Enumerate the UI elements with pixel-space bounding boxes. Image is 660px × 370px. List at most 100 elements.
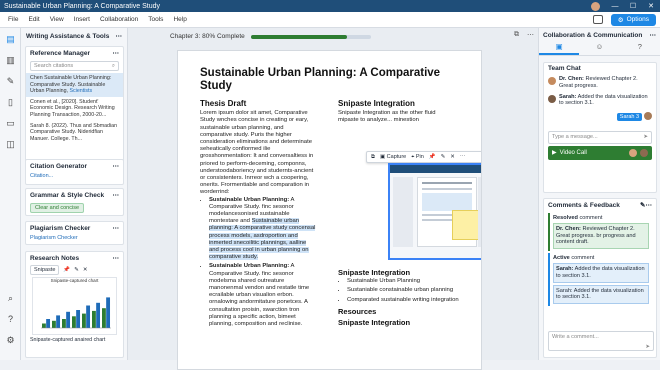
options-button[interactable]: ⚙ Options <box>610 13 656 26</box>
more-icon[interactable]: ⋯ <box>646 201 653 209</box>
send-icon[interactable]: ➤ <box>645 344 650 350</box>
user-avatar[interactable] <box>591 1 600 11</box>
chat-tag: Sarah 3 <box>616 112 643 121</box>
document-page[interactable]: Sustainable Urban Planning: A Comparativ… <box>177 50 482 370</box>
avatar <box>629 149 637 158</box>
capture-button[interactable]: ▣ Capture <box>380 154 406 160</box>
maximize-icon[interactable]: ☐ <box>624 2 642 10</box>
menu-tools[interactable]: Tools <box>148 16 163 23</box>
more-icon[interactable]: ⋯ <box>113 191 120 199</box>
comment-reply: Sarah: Added the data visualization to s… <box>553 284 649 305</box>
integration-heading-2: Snipaste Integration <box>338 318 411 328</box>
screenshot-panel <box>478 177 481 247</box>
document-icon[interactable]: ▤ <box>5 34 16 45</box>
folder-icon[interactable]: ▭ <box>5 118 16 129</box>
comment-input[interactable]: Write a comment... ➤ <box>548 331 654 351</box>
close-icon[interactable]: ✕ <box>642 2 660 10</box>
integration-bullet: Comparated sustainable writing integrati… <box>347 297 468 304</box>
more-icon[interactable]: ⋯ <box>113 254 120 262</box>
copy-icon[interactable]: ⧉ <box>371 154 375 161</box>
citation-search-input[interactable]: Search citations ⌕ <box>30 61 119 71</box>
chat-input[interactable]: Type a message... ➤ <box>548 130 652 144</box>
more-icon[interactable]: ⋯ <box>113 162 120 170</box>
search-placeholder: Search citations <box>34 63 74 69</box>
resolved-comment[interactable]: Resolved comment Dr. Chen: Reviewed Chap… <box>548 213 652 252</box>
reference-item[interactable]: Conen et al., [2020]. Student' Economic … <box>26 97 123 121</box>
integration-heading: Snipaste Integration <box>338 268 411 277</box>
chart-bar <box>82 313 86 328</box>
more-icon[interactable]: ⋯ <box>116 32 123 40</box>
grammar-check-card[interactable]: Grammar & Style Check ⋯ Clear and concise <box>25 188 124 216</box>
reference-item[interactable]: Chen Sustainable Urban Planning: Compara… <box>26 73 123 97</box>
options-label: Options <box>626 16 649 23</box>
team-chat-title: Team Chat <box>548 65 581 72</box>
pen-icon[interactable]: ✎ <box>5 76 16 87</box>
thesis-bullet: Sustainable Urban Planning: A Comparativ… <box>209 197 316 262</box>
citation-generator-title: Citation Generator <box>30 162 88 170</box>
file-icon[interactable]: ▯ <box>5 97 16 108</box>
pen-icon[interactable]: ✎ <box>74 267 79 273</box>
minimize-icon[interactable]: — <box>606 3 624 10</box>
chat-input-placeholder: Type a message... <box>552 134 598 141</box>
active-comment[interactable]: Active comment Sarah: Added the data vis… <box>548 253 652 307</box>
pin-icon[interactable]: 📌 <box>63 267 70 273</box>
close-icon[interactable]: ✕ <box>83 267 88 273</box>
layout-icon[interactable] <box>592 15 603 24</box>
menu-view[interactable]: View <box>50 16 64 23</box>
chat-icon[interactable]: ◫ <box>5 139 16 150</box>
tab-chat-icon[interactable]: ▣ <box>539 42 580 55</box>
pen-icon[interactable]: ✎ <box>441 154 446 160</box>
more-icon[interactable]: ⋯ <box>113 49 120 57</box>
search-icon[interactable]: ⌕ <box>5 293 16 304</box>
avatar <box>548 94 556 103</box>
more-icon[interactable]: ⋯ <box>113 224 120 232</box>
video-icon: ▶ <box>552 150 557 157</box>
menu-help[interactable]: Help <box>173 16 186 23</box>
menu-file[interactable]: File <box>8 16 18 23</box>
plagiarism-checker-card[interactable]: Plagiarism Checker ⋯ Plagiarism Checker <box>25 221 124 245</box>
chart-bar <box>102 308 106 328</box>
chart-bar <box>76 310 81 328</box>
progress-bar <box>250 34 371 39</box>
reference-highlight: Scientists <box>69 88 93 95</box>
send-icon[interactable]: ➤ <box>643 134 648 140</box>
menu-edit[interactable]: Edit <box>28 16 39 23</box>
screenshot-sidebar <box>393 177 413 247</box>
tab-people-icon[interactable]: ☺ <box>579 42 619 55</box>
snipaste-screenshot[interactable] <box>388 163 481 260</box>
comment-author: Sarah: <box>556 265 574 272</box>
more-icon[interactable]: ⋯ <box>527 31 534 39</box>
citation-generator-card[interactable]: Citation Generator ⋯ Citation... <box>25 159 124 185</box>
reference-item[interactable]: Sarah 8. (2022). Thus and Sbmadian Compa… <box>26 121 123 145</box>
snipaste-column: Snipaste Integration Snipaste Integratio… <box>338 99 468 125</box>
comment-input-placeholder: Write a comment... <box>552 334 599 340</box>
menu-collaboration[interactable]: Collaboration <box>100 16 138 23</box>
chart-bar <box>72 316 76 328</box>
library-icon[interactable]: ▥ <box>5 55 16 66</box>
more-icon[interactable]: ⋯ <box>650 31 657 39</box>
pin-label: Pin <box>415 153 424 160</box>
window-title: Sustainable Urban Planning: A Comparativ… <box>4 2 161 10</box>
comment-body: Sarah: Added the data visualization to s… <box>553 262 649 283</box>
progress-fill <box>250 34 347 39</box>
settings-icon[interactable]: ⚙ <box>5 335 16 346</box>
snipaste-button[interactable]: Snipaste <box>30 265 60 275</box>
chart-bar <box>66 311 71 328</box>
help-icon[interactable]: ? <box>5 314 16 325</box>
panel-title: Writing Assistance & Tools <box>26 32 110 40</box>
close-icon[interactable]: ✕ <box>450 154 455 160</box>
pin-button[interactable]: ⌖ Pin <box>411 154 424 161</box>
chart-caption: Snipaste-captured anaired chart <box>30 337 106 343</box>
more-icon[interactable]: ⋯ <box>460 154 466 160</box>
citation-generator-link[interactable]: Citation... <box>26 172 123 180</box>
copy-icon[interactable]: ⧉ <box>514 31 519 39</box>
chat-sender: Sarah: <box>559 93 577 100</box>
menu-insert[interactable]: Insert <box>74 16 90 23</box>
plagiarism-checker-link[interactable]: Plagiarism Checker <box>26 234 123 242</box>
video-call-button[interactable]: ▶ Video Call <box>548 145 652 160</box>
chart-title: Snipaste-captured chart <box>50 278 99 283</box>
integration-bullet: Sustaniable constainable urban planning <box>347 287 468 294</box>
tab-help-icon[interactable]: ? <box>620 42 660 55</box>
pin-icon[interactable]: 📌 <box>429 154 436 160</box>
sticky-note <box>452 210 480 240</box>
